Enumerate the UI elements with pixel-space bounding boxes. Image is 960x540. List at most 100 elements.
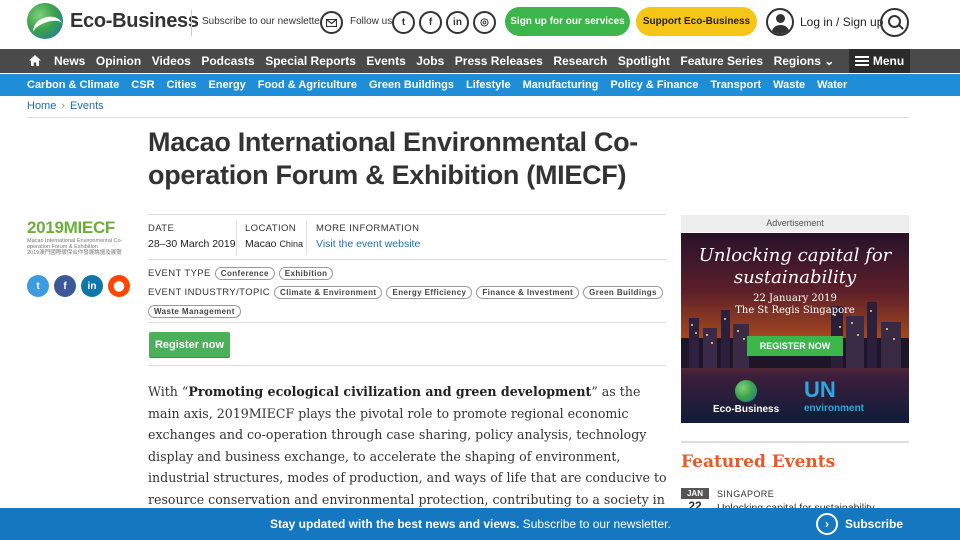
topic-transport[interactable]: Transport — [710, 79, 761, 91]
newsletter-message: Stay updated with the best news and view… — [270, 517, 671, 531]
eco-business-logo-icon — [735, 380, 758, 402]
site-logo[interactable]: Eco-Business — [27, 3, 199, 39]
featured-event-month: JAN — [681, 488, 709, 499]
event-topic-row: EVENT INDUSTRY/TOPIC Climate & Environme… — [148, 286, 663, 299]
topic-food-agriculture[interactable]: Food & Agriculture — [258, 79, 357, 91]
event-logo-year: 2019 — [27, 218, 64, 237]
event-logo: 2019MIECF Macao International Environmen… — [27, 218, 133, 256]
breadcrumb-chevron-icon: › — [61, 100, 66, 112]
nav-news[interactable]: News — [54, 54, 85, 68]
featured-event-date: JAN 22 — [681, 488, 709, 513]
topic-energy[interactable]: Energy — [209, 79, 246, 91]
linkedin-icon[interactable]: in — [446, 11, 469, 34]
share-facebook-icon[interactable]: f — [54, 275, 76, 297]
twitter-icon[interactable]: t — [392, 11, 415, 34]
tag-waste-management[interactable]: Waste Management — [148, 305, 241, 318]
subscribe-label: Subscribe — [845, 517, 904, 531]
page-title: Macao International Environmental Co-ope… — [148, 127, 638, 190]
topic-cities[interactable]: Cities — [167, 79, 197, 91]
ad-register-button[interactable]: REGISTER NOW — [747, 336, 843, 356]
event-topic-label: EVENT INDUSTRY/TOPIC — [148, 287, 271, 298]
home-icon[interactable] — [29, 55, 41, 66]
share-twitter-icon[interactable]: t — [27, 275, 49, 297]
nav-podcasts[interactable]: Podcasts — [201, 54, 254, 68]
ad-eco-business-logo: Eco-Business — [713, 380, 779, 415]
topic-waste[interactable]: Waste — [773, 79, 805, 91]
newsletter-message-rest: Subscribe to our newsletter. — [519, 517, 671, 531]
topic-policy-finance[interactable]: Policy & Finance — [610, 79, 698, 91]
nav-spotlight[interactable]: Spotlight — [618, 54, 670, 68]
top-header: Eco-Business Subscribe to our newsletter… — [0, 0, 960, 48]
instagram-icon[interactable]: ◎ — [473, 11, 496, 34]
mail-icon[interactable] — [320, 11, 343, 34]
location-city: Macao — [245, 238, 277, 250]
tag-finance-investment[interactable]: Finance & Investment — [476, 286, 580, 299]
topic-csr[interactable]: CSR — [131, 79, 154, 91]
facebook-icon[interactable]: f — [419, 11, 442, 34]
nav-videos[interactable]: Videos — [152, 54, 191, 68]
nav-special-reports[interactable]: Special Reports — [265, 54, 356, 68]
divider — [306, 221, 307, 255]
support-button[interactable]: Support Eco-Business — [636, 7, 757, 36]
event-website-link[interactable]: Visit the event website — [316, 238, 420, 250]
tag-green-buildings[interactable]: Green Buildings — [583, 286, 663, 299]
nav-regions[interactable]: Regions ⌄ — [774, 54, 835, 68]
featured-events-heading: Featured Events — [681, 452, 836, 472]
divider — [236, 221, 237, 255]
ad-brand-text: Eco-Business — [713, 404, 780, 415]
search-icon[interactable] — [880, 8, 909, 37]
breadcrumb-home[interactable]: Home — [27, 100, 56, 112]
tag-climate-environment[interactable]: Climate & Environment — [274, 286, 383, 299]
nav-events[interactable]: Events — [366, 54, 405, 68]
logo-icon — [27, 3, 63, 39]
signup-services-button[interactable]: Sign up for our services — [505, 7, 630, 36]
user-icon[interactable] — [766, 8, 794, 36]
divider — [27, 117, 909, 118]
register-button[interactable]: Register now — [149, 332, 230, 357]
divider — [148, 259, 666, 260]
menu-button[interactable]: Menu — [849, 49, 910, 73]
topic-manufacturing[interactable]: Manufacturing — [523, 79, 599, 91]
tag-exhibition[interactable]: Exhibition — [278, 267, 334, 280]
more-info-label: MORE INFORMATION — [316, 223, 420, 234]
un-logo: UN — [804, 377, 836, 402]
date-label: DATE — [148, 223, 175, 234]
tag-energy-efficiency[interactable]: Energy Efficiency — [386, 286, 473, 299]
nav-press-releases[interactable]: Press Releases — [455, 54, 543, 68]
divider — [148, 214, 666, 215]
featured-event-location: SINGAPORE — [717, 489, 775, 499]
menu-label: Menu — [872, 54, 905, 68]
event-date: DATE 28–30 March 2019 — [148, 223, 236, 250]
newsletter-banner: Stay updated with the best news and view… — [0, 508, 960, 540]
advertisement-banner[interactable]: Unlocking capital for sustainability 22 … — [681, 233, 909, 423]
event-more-info: MORE INFORMATION Visit the event website — [316, 223, 420, 252]
location-label: LOCATION — [245, 223, 297, 234]
nav-research[interactable]: Research — [553, 54, 607, 68]
newsletter-link[interactable]: Subscribe to our newsletter — [202, 16, 323, 27]
share-linkedin-icon[interactable]: in — [81, 275, 103, 297]
breadcrumb-events[interactable]: Events — [70, 100, 104, 112]
breadcrumb: Home › Events — [27, 100, 104, 112]
nav-opinion[interactable]: Opinion — [96, 54, 141, 68]
ad-date: 22 January 2019 — [753, 293, 837, 304]
ad-label: Advertisement — [681, 215, 909, 232]
event-logo-mark: 2019MIECF — [27, 218, 133, 238]
login-link[interactable]: Log in / Sign up — [800, 15, 883, 29]
event-logo-name: MIECF — [63, 218, 116, 237]
divider — [681, 441, 909, 443]
share-reddit-icon[interactable]: ⬤ — [108, 275, 130, 297]
tag-conference[interactable]: Conference — [214, 267, 275, 280]
ad-date-venue: 22 January 2019 The St Regis Singapore — [681, 293, 909, 317]
event-topic-row-2: Waste Management — [144, 305, 241, 318]
nav-jobs[interactable]: Jobs — [416, 54, 444, 68]
event-logo-subtitle: Macao International Environmental Co-ope… — [27, 238, 123, 250]
divider — [148, 322, 666, 323]
topic-lifestyle[interactable]: Lifestyle — [466, 79, 511, 91]
nav-feature-series[interactable]: Feature Series — [680, 54, 763, 68]
topic-carbon-climate[interactable]: Carbon & Climate — [27, 79, 119, 91]
event-type-label: EVENT TYPE — [148, 268, 211, 279]
subscribe-button[interactable]: › Subscribe — [816, 513, 903, 535]
date-value: 28–30 March 2019 — [148, 238, 236, 250]
topic-green-buildings[interactable]: Green Buildings — [369, 79, 454, 91]
topic-water[interactable]: Water — [817, 79, 847, 91]
